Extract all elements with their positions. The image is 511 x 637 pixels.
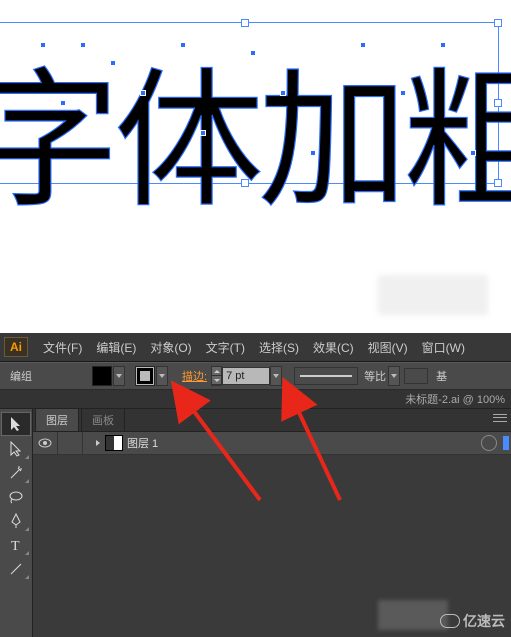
line-tool[interactable] [2,558,30,580]
fill-dropdown[interactable] [113,366,125,386]
type-tool[interactable]: T [2,534,30,556]
svg-text:T: T [11,539,20,552]
blurred-region [378,275,488,315]
watermark: 亿速云 [440,611,505,631]
variable-width-profile[interactable] [294,367,358,385]
anchor-point[interactable] [40,42,46,48]
menu-edit[interactable]: 编辑(E) [89,339,143,356]
anchor-point[interactable] [400,90,406,96]
menu-view[interactable]: 视图(V) [361,339,415,356]
panel-menu-icon[interactable] [493,413,507,423]
stroke-panel-link[interactable]: 描边: [182,368,207,384]
anchor-point[interactable] [470,150,476,156]
anchor-point[interactable] [280,90,286,96]
anchor-point[interactable] [310,150,316,156]
menu-bar: Ai 文件(F) 编辑(E) 对象(O) 文字(T) 选择(S) 效果(C) 视… [0,333,511,362]
illustrator-app-window: Ai 文件(F) 编辑(E) 对象(O) 文字(T) 选择(S) 效果(C) 视… [0,333,511,637]
layer-thumbnail [105,435,123,451]
tab-layers[interactable]: 图层 [35,408,79,431]
blurred-region [378,600,448,630]
selection-indicator[interactable] [503,436,509,450]
anchor-point[interactable] [200,130,206,136]
stroke-swatch[interactable] [135,366,155,386]
pen-tool[interactable] [2,510,30,532]
visibility-toggle[interactable] [33,432,58,454]
app-logo: Ai [4,337,28,357]
tab-artboards[interactable]: 画板 [81,408,125,431]
anchor-point[interactable] [180,42,186,48]
anchor-point[interactable] [110,60,116,66]
fill-swatch[interactable] [92,366,112,386]
tools-panel: T [0,409,33,637]
anchor-point[interactable] [60,100,66,106]
panel-tab-strip: 图层 画板 [33,409,511,432]
menu-select[interactable]: 选择(S) [252,339,306,356]
document-tab-bar: 未标题-2.ai @ 100% [0,390,511,409]
menu-effect[interactable]: 效果(C) [306,339,361,356]
anchor-point[interactable] [250,50,256,56]
anchor-point[interactable] [360,42,366,48]
target-icon[interactable] [481,435,497,451]
menu-object[interactable]: 对象(O) [143,339,198,356]
basic-label: 基 [436,368,447,384]
menu-file[interactable]: 文件(F) [36,339,89,356]
expand-layer-icon[interactable] [93,438,103,448]
menu-type[interactable]: 文字(T) [199,339,252,356]
menu-window[interactable]: 窗口(W) [415,339,472,356]
lasso-tool[interactable] [2,486,30,508]
control-bar: 编组 描边: 等比 基 [0,362,511,390]
ratio-input[interactable] [404,368,428,384]
lock-toggle[interactable] [58,432,83,454]
stroke-dropdown[interactable] [156,366,168,386]
layer-name[interactable]: 图层 1 [127,435,158,451]
selection-type-label: 编组 [10,368,32,384]
ratio-label: 等比 [364,368,386,384]
stroke-weight-input[interactable] [222,367,270,385]
direct-selection-tool[interactable] [2,438,30,460]
document-title[interactable]: 未标题-2.ai @ 100% [405,391,505,407]
canvas-area[interactable]: 字体加粗 字体加粗 [0,0,511,320]
anchor-point[interactable] [440,42,446,48]
selection-tool[interactable] [1,412,31,436]
anchor-point[interactable] [80,42,86,48]
ratio-dropdown[interactable] [388,366,400,386]
anchor-point[interactable] [140,90,146,96]
stroke-weight-dropdown[interactable] [270,366,282,386]
stroke-weight-stepper[interactable] [211,366,222,386]
magic-wand-tool[interactable] [2,462,30,484]
layer-row[interactable]: 图层 1 [33,432,511,455]
